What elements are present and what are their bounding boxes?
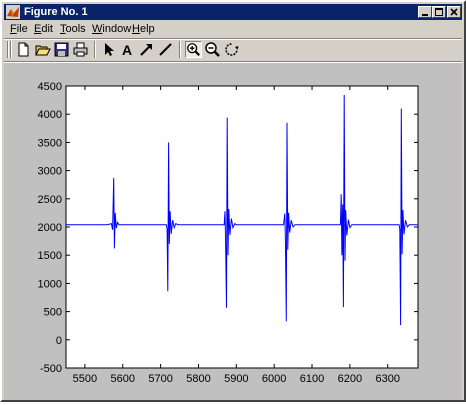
toolbar-grip [7,41,9,58]
arrow-tool-button[interactable] [138,41,155,58]
y-tick-label: -500 [40,363,62,375]
x-tick-label: 5700 [148,373,172,385]
matlab-logo-icon [6,5,20,19]
figure-canvas: -500 0 500 1000 1500 2000 2500 3000 3500 4000 4500… [4,63,462,400]
plot-area [65,85,419,369]
select-arrow-icon [105,43,114,56]
close-icon [450,8,458,16]
y-tick-label: 4000 [38,109,62,121]
print-icon [73,42,88,57]
x-tick-label: 5500 [73,373,97,385]
y-tick-label: 2500 [38,194,62,206]
x-tick-label: 6200 [338,373,362,385]
y-tick-label: 3500 [38,137,62,149]
menu-file[interactable]: File [10,23,28,36]
save-button[interactable] [53,41,70,58]
y-tick-label: 4500 [38,81,62,93]
toolbar: A [4,40,462,60]
rotate-3d-icon [225,43,239,56]
toolbar-separator-1 [94,41,96,58]
maximize-icon [435,8,443,16]
open-file-button[interactable] [34,41,51,58]
y-tick-label: 0 [56,335,62,347]
save-icon [54,42,69,57]
y-tick-label: 3000 [38,166,62,178]
minimize-button[interactable] [418,6,432,18]
toolbar-grip-2 [10,41,12,58]
x-tick-label: 5600 [111,373,135,385]
x-tick-label: 5800 [186,373,210,385]
zoom-in-button[interactable] [185,41,202,58]
menu-bar: File Edit Tools Window Help [4,21,462,38]
print-button[interactable] [72,41,89,58]
y-tick-label: 500 [44,307,62,319]
menu-edit[interactable]: Edit [34,23,53,36]
menu-window[interactable]: Window [92,23,131,36]
text-tool-icon: A [122,42,132,58]
maximize-button[interactable] [432,6,446,18]
line-tool-icon [159,43,172,56]
text-tool-button[interactable]: A [119,41,136,58]
x-tick-label: 6000 [262,373,286,385]
x-tick-label: 6300 [375,373,399,385]
y-tick-label: 1000 [38,278,62,290]
text-tool-label: A [122,42,132,58]
x-tick-label: 5900 [224,373,248,385]
zoom-out-button[interactable] [204,41,221,58]
minimize-icon [422,14,428,16]
new-figure-button[interactable] [15,41,32,58]
figure-window: Figure No. 1 File Edit Tools Window Help [0,0,466,402]
line-tool-button[interactable] [157,41,174,58]
open-file-icon [35,45,51,56]
close-button[interactable] [447,6,461,18]
select-button[interactable] [100,41,117,58]
toolbar-separator-2 [179,41,181,58]
y-tick-label: 1500 [38,250,62,262]
title-bar[interactable]: Figure No. 1 [4,4,462,20]
y-tick-label: 2000 [38,222,62,234]
menu-help[interactable]: Help [132,23,155,36]
arrow-tool-icon [140,44,152,56]
x-tick-label: 6100 [300,373,324,385]
zoom-out-icon [205,42,220,57]
menu-tools[interactable]: Tools [60,23,86,36]
line-chart: -500 0 500 1000 1500 2000 2500 3000 3500 4000 4500… [38,81,419,385]
rotate-3d-button[interactable] [223,41,240,58]
new-figure-icon [18,42,29,57]
window-title: Figure No. 1 [24,6,88,18]
zoom-in-icon [187,43,201,57]
